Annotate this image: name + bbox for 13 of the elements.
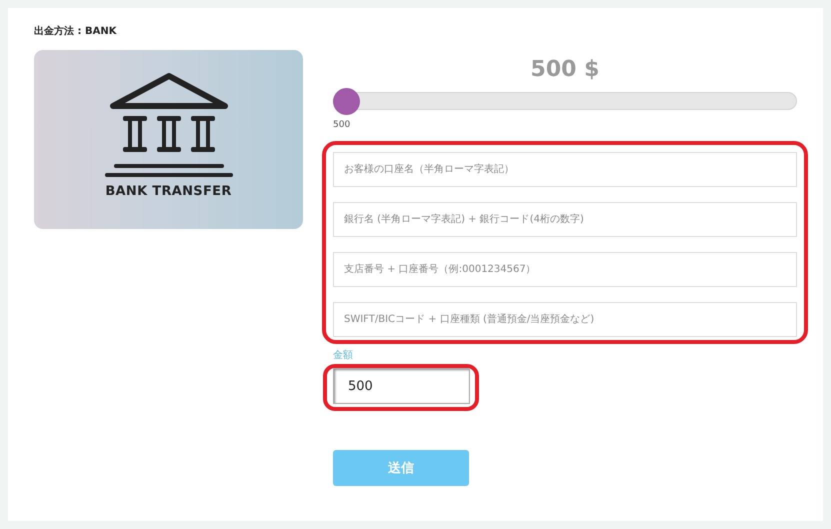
input-field[interactable]: 支店番号 + 口座番号（例:0001234567）	[333, 252, 797, 287]
page-heading: 出金方法 : BANK	[34, 26, 118, 38]
amount-heading: 500 $	[530, 56, 600, 84]
method-card[interactable]: BANK TRANSFER	[34, 50, 303, 229]
slider[interactable]	[333, 88, 797, 115]
slider-thumb[interactable]	[333, 88, 360, 115]
amount-field[interactable]: 500	[333, 368, 470, 404]
field-label: 金額	[333, 350, 353, 362]
input-field[interactable]: お客様の口座名（半角ローマ字表記）	[333, 152, 797, 187]
input-field[interactable]: 銀行名 (半角ローマ字表記) + 銀行コード(4桁の数字)	[333, 202, 797, 237]
input-field[interactable]: SWIFT/BICコード + 口座種類 (普通預金/当座預金など)	[333, 302, 797, 337]
slider-min-label: 500	[333, 120, 350, 131]
card-caption: BANK TRANSFER	[105, 184, 232, 199]
